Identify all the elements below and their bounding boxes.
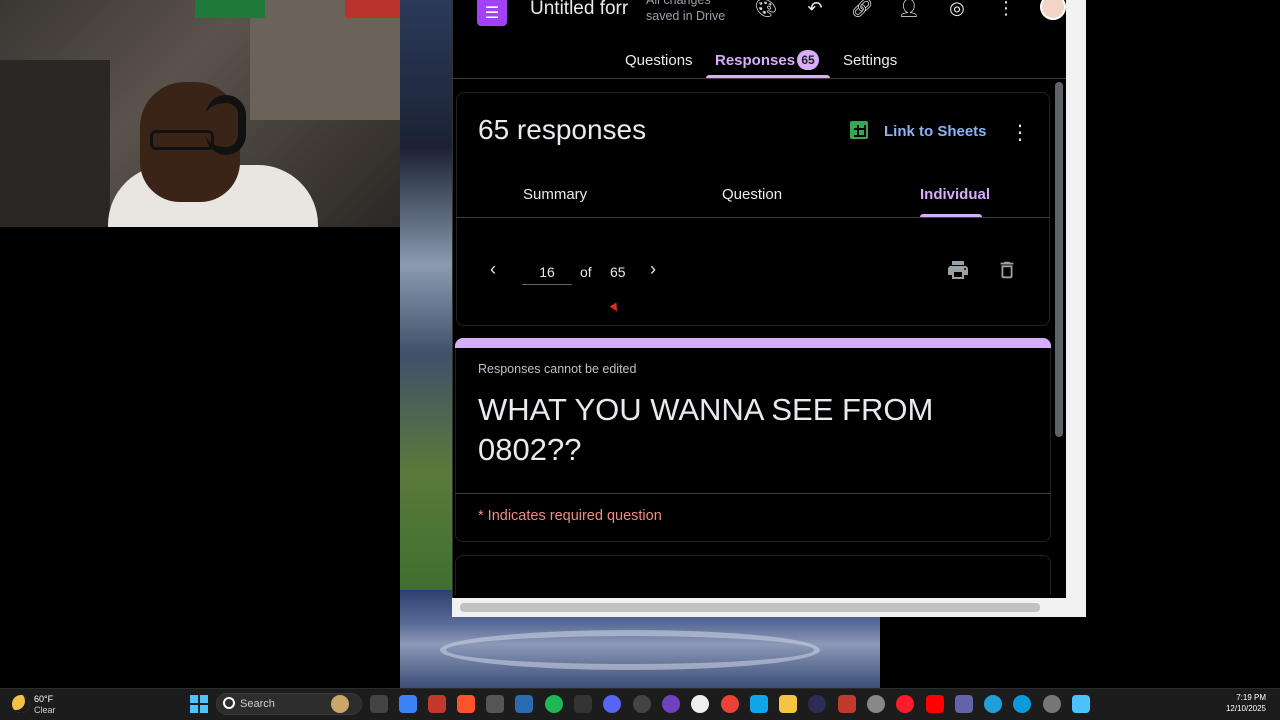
chrome-icon[interactable] xyxy=(721,695,739,713)
save-status: All changes saved in Drive xyxy=(646,0,726,23)
teams-icon[interactable] xyxy=(955,695,973,713)
task-view-icon[interactable] xyxy=(370,695,388,713)
moon-icon[interactable] xyxy=(12,695,30,713)
tab-responses[interactable]: Responses xyxy=(715,52,795,72)
more-options-icon[interactable]: ⋮ xyxy=(1010,120,1030,144)
chevron-right-icon[interactable]: › xyxy=(650,259,668,281)
palette-icon[interactable]: 🎨︎ xyxy=(754,0,778,20)
tab-questions[interactable]: Questions xyxy=(625,52,693,72)
subtab-individual[interactable]: Individual xyxy=(920,186,990,203)
subtab-summary[interactable]: Summary xyxy=(523,186,587,203)
response-number-input[interactable] xyxy=(522,259,572,285)
telegram-icon[interactable] xyxy=(984,695,1002,713)
not-editable-note: Responses cannot be edited xyxy=(478,362,637,376)
pager-of-label: of xyxy=(580,264,592,280)
responses-count-title: 65 responses xyxy=(478,114,647,145)
tab-divider xyxy=(452,78,1066,79)
copilot-icon[interactable] xyxy=(399,695,417,713)
subtab-question[interactable]: Question xyxy=(722,186,782,203)
app-icon[interactable] xyxy=(838,695,856,713)
chevron-left-icon[interactable]: ‹ xyxy=(490,259,508,281)
print-icon[interactable] xyxy=(946,258,970,282)
form-title[interactable]: Untitled forr xyxy=(530,0,630,22)
responses-count-badge: 65 xyxy=(797,50,819,70)
spotify-icon[interactable] xyxy=(545,695,563,713)
taskbar-search-placeholder: Search xyxy=(240,698,275,710)
clock-date[interactable]: 12/10/2025 xyxy=(1222,704,1266,713)
subtab-divider xyxy=(456,217,1050,218)
horizontal-scrollbar[interactable] xyxy=(460,603,1040,612)
app-icon[interactable] xyxy=(867,695,885,713)
search-highlight-icon[interactable] xyxy=(331,695,349,713)
form-heading: WHAT YOU WANNA SEE FROM 0802?? xyxy=(478,392,934,467)
photos-icon[interactable] xyxy=(515,695,533,713)
next-question-card xyxy=(455,555,1051,595)
app-icon[interactable] xyxy=(662,695,680,713)
discord-icon[interactable] xyxy=(603,695,621,713)
browser-frame-edge xyxy=(1066,0,1086,617)
link-to-sheets-button[interactable]: Link to Sheets xyxy=(884,123,987,140)
youtube-icon[interactable] xyxy=(926,695,944,713)
app-icon[interactable] xyxy=(750,695,768,713)
app-icon[interactable] xyxy=(428,695,446,713)
link-icon[interactable]: 🔗︎ xyxy=(850,0,874,20)
more-vert-icon[interactable]: ⋮ xyxy=(994,0,1018,20)
google-icon[interactable] xyxy=(691,695,709,713)
settings-icon[interactable] xyxy=(1043,695,1061,713)
background-video xyxy=(400,0,452,590)
chatgpt-icon[interactable] xyxy=(633,695,651,713)
edge-icon[interactable] xyxy=(1013,695,1031,713)
app-icon[interactable] xyxy=(486,695,504,713)
weather-desc: Clear xyxy=(34,705,56,715)
vertical-scrollbar[interactable] xyxy=(1055,82,1063,437)
weather-temp: 60°F xyxy=(34,694,54,704)
google-forms-icon[interactable]: ☰ xyxy=(477,0,507,26)
file-explorer-icon[interactable] xyxy=(779,695,797,713)
webcam-overlay xyxy=(0,0,402,227)
undo-icon[interactable]: ↶ xyxy=(803,0,827,20)
card-divider xyxy=(455,493,1051,494)
trash-icon[interactable] xyxy=(996,258,1018,282)
required-question-note: * Indicates required question xyxy=(478,508,662,524)
search-icon xyxy=(223,697,235,709)
sheets-icon[interactable] xyxy=(850,121,868,139)
brave-icon[interactable] xyxy=(457,695,475,713)
opera-icon[interactable] xyxy=(896,695,914,713)
card-accent-bar xyxy=(455,338,1051,348)
notepad-icon[interactable] xyxy=(1072,695,1090,713)
add-collaborator-icon[interactable]: 👤︎ xyxy=(897,0,921,20)
tab-settings[interactable]: Settings xyxy=(843,52,897,72)
pager-total: 65 xyxy=(610,264,626,280)
publish-icon[interactable]: ◎ xyxy=(945,0,969,20)
windows-start-icon[interactable] xyxy=(190,695,208,713)
clock-time[interactable]: 7:19 PM xyxy=(1236,693,1266,702)
app-icon[interactable] xyxy=(574,695,592,713)
app-icon[interactable] xyxy=(808,695,826,713)
